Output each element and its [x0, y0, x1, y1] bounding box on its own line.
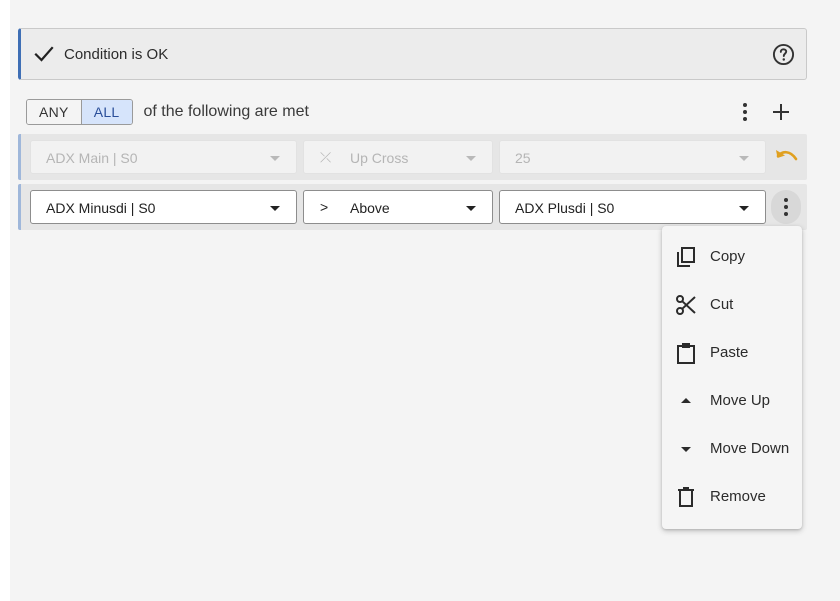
scissors-icon	[676, 295, 696, 315]
arrow-up-icon	[681, 398, 691, 403]
operator-select[interactable]: ⤫ Up Cross	[303, 140, 493, 174]
menu-item-label: Remove	[710, 488, 766, 505]
left-operand-select[interactable]: ADX Minusdi | S0	[30, 190, 297, 224]
menu-item-label: Move Down	[710, 440, 790, 457]
logic-description: of the following are met	[143, 103, 309, 120]
menu-item-label: Move Up	[710, 392, 771, 409]
menu-item-label: Paste	[710, 344, 749, 361]
menu-item-label: Cut	[710, 296, 734, 313]
caret-down-icon	[466, 156, 476, 161]
menu-item-move-down[interactable]: Move Down	[662, 425, 802, 473]
menu-item-label: Copy	[710, 248, 746, 265]
caret-down-icon	[466, 206, 476, 211]
right-operand-select[interactable]: ADX Plusdi | S0	[499, 190, 766, 224]
left-operand-value: ADX Main | S0	[46, 150, 138, 166]
trash-icon	[678, 487, 694, 507]
condition-row-2: ADX Minusdi | S0 > Above ADX Plusdi | S0	[18, 184, 807, 230]
caret-down-icon	[739, 156, 749, 161]
group-more-vertical-icon[interactable]	[735, 100, 755, 124]
left-operand-value: ADX Minusdi | S0	[46, 200, 156, 216]
condition-status-bar: Condition is OK	[18, 28, 807, 80]
menu-item-remove[interactable]: Remove	[662, 473, 802, 521]
menu-item-cut[interactable]: Cut	[662, 281, 802, 329]
menu-item-move-up[interactable]: Move Up	[662, 377, 802, 425]
copy-icon	[677, 247, 695, 267]
right-operand-value: ADX Plusdi | S0	[515, 200, 615, 216]
left-operand-select[interactable]: ADX Main | S0	[30, 140, 297, 174]
menu-item-copy[interactable]: Copy	[662, 233, 802, 281]
greater-than-icon: >	[320, 199, 329, 215]
condition-row-1: ADX Main | S0 ⤫ Up Cross 25	[18, 134, 807, 180]
add-condition-icon[interactable]	[770, 100, 792, 124]
caret-down-icon	[739, 206, 749, 211]
logic-toggle-group: ANY ALL	[26, 99, 133, 125]
more-vertical-icon	[784, 198, 788, 216]
operator-select[interactable]: > Above	[303, 190, 493, 224]
arrow-down-icon	[681, 447, 691, 452]
logic-any-button[interactable]: ANY	[27, 100, 81, 124]
menu-item-paste[interactable]: Paste	[662, 329, 802, 377]
status-message: Condition is OK	[64, 46, 169, 63]
check-icon	[34, 46, 54, 62]
undo-icon[interactable]	[774, 147, 800, 167]
logic-row: ANY ALL of the following are met	[26, 99, 309, 125]
right-operand-select[interactable]: 25	[499, 140, 766, 174]
row-context-menu: Copy Cut Paste Move Up Move Down Remove	[662, 226, 802, 529]
operator-value: Above	[350, 200, 390, 216]
caret-down-icon	[270, 156, 280, 161]
right-operand-value: 25	[515, 150, 531, 166]
caret-down-icon	[270, 206, 280, 211]
crossover-icon: ⤫	[320, 149, 332, 165]
row-more-button[interactable]	[771, 190, 801, 224]
logic-all-button[interactable]: ALL	[80, 100, 132, 124]
operator-value: Up Cross	[350, 150, 409, 166]
clipboard-icon	[677, 343, 695, 364]
help-circle-icon[interactable]	[772, 43, 795, 66]
